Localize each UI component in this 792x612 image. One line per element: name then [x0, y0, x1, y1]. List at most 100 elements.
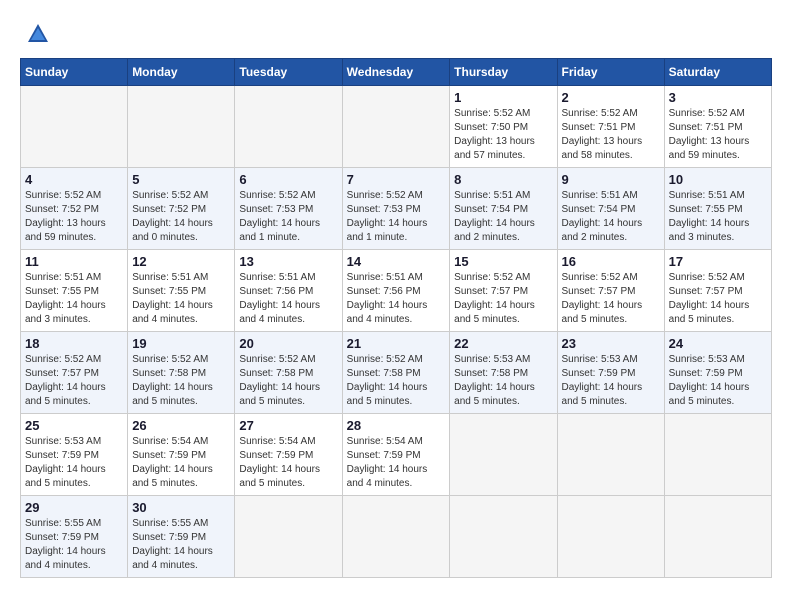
day-number: 19	[132, 336, 230, 351]
calendar-header-wednesday: Wednesday	[342, 59, 450, 86]
calendar-cell: 22 Sunrise: 5:53 AMSunset: 7:58 PMDayligh…	[450, 332, 557, 414]
day-info: Sunrise: 5:53 AMSunset: 7:59 PMDaylight:…	[562, 353, 660, 409]
day-info: Sunrise: 5:52 AMSunset: 7:58 PMDaylight:…	[347, 353, 446, 409]
day-number: 15	[454, 254, 552, 269]
day-info: Sunrise: 5:52 AMSunset: 7:53 PMDaylight:…	[347, 189, 446, 245]
logo	[20, 20, 52, 48]
calendar-cell: 14 Sunrise: 5:51 AMSunset: 7:56 PMDayligh…	[342, 250, 450, 332]
day-number: 28	[347, 418, 446, 433]
day-number: 22	[454, 336, 552, 351]
calendar-cell: 10 Sunrise: 5:51 AMSunset: 7:55 PMDayligh…	[664, 168, 771, 250]
day-number: 26	[132, 418, 230, 433]
calendar-cell: 24Sunrise: 5:53 AMSunset: 7:59 PMDayligh…	[664, 332, 771, 414]
calendar-cell: 17 Sunrise: 5:52 AMSunset: 7:57 PMDayligh…	[664, 250, 771, 332]
day-info: Sunrise: 5:51 AMSunset: 7:55 PMDaylight:…	[25, 271, 123, 327]
day-info: Sunrise: 5:51 AMSunset: 7:55 PMDaylight:…	[132, 271, 230, 327]
calendar-cell	[557, 414, 664, 496]
day-info: Sunrise: 5:55 AMSunset: 7:59 PMDaylight:…	[25, 517, 123, 573]
day-info: Sunrise: 5:52 AMSunset: 7:58 PMDaylight:…	[239, 353, 337, 409]
day-info: Sunrise: 5:52 AMSunset: 7:57 PMDaylight:…	[669, 271, 767, 327]
calendar-cell	[21, 86, 128, 168]
calendar-cell: 2 Sunrise: 5:52 AMSunset: 7:51 PMDaylight…	[557, 86, 664, 168]
logo-icon	[24, 20, 52, 48]
calendar-cell	[235, 86, 342, 168]
day-number: 2	[562, 90, 660, 105]
calendar-cell: 16 Sunrise: 5:52 AMSunset: 7:57 PMDayligh…	[557, 250, 664, 332]
calendar-cell: 29 Sunrise: 5:55 AMSunset: 7:59 PMDayligh…	[21, 496, 128, 578]
day-number: 3	[669, 90, 767, 105]
day-info: Sunrise: 5:51 AMSunset: 7:55 PMDaylight:…	[669, 189, 767, 245]
calendar-cell: 8Sunrise: 5:51 AMSunset: 7:54 PMDaylight…	[450, 168, 557, 250]
day-info: Sunrise: 5:52 AMSunset: 7:57 PMDaylight:…	[25, 353, 123, 409]
day-info: Sunrise: 5:54 AMSunset: 7:59 PMDaylight:…	[347, 435, 446, 491]
calendar-cell: 28 Sunrise: 5:54 AMSunset: 7:59 PMDayligh…	[342, 414, 450, 496]
day-info: Sunrise: 5:52 AMSunset: 7:51 PMDaylight:…	[562, 107, 660, 163]
calendar-cell	[664, 496, 771, 578]
day-number: 14	[347, 254, 446, 269]
calendar-cell	[557, 496, 664, 578]
calendar-cell: 27 Sunrise: 5:54 AMSunset: 7:59 PMDayligh…	[235, 414, 342, 496]
day-number: 11	[25, 254, 123, 269]
page-header	[20, 20, 772, 48]
day-number: 1	[454, 90, 552, 105]
calendar-cell	[450, 496, 557, 578]
day-info: Sunrise: 5:53 AMSunset: 7:59 PMDaylight:…	[669, 353, 767, 409]
calendar-cell: 6 Sunrise: 5:52 AMSunset: 7:53 PMDaylight…	[235, 168, 342, 250]
calendar-header-sunday: Sunday	[21, 59, 128, 86]
calendar-cell: 18 Sunrise: 5:52 AMSunset: 7:57 PMDayligh…	[21, 332, 128, 414]
day-number: 21	[347, 336, 446, 351]
day-info: Sunrise: 5:52 AMSunset: 7:57 PMDaylight:…	[454, 271, 552, 327]
calendar-header-tuesday: Tuesday	[235, 59, 342, 86]
day-info: Sunrise: 5:51 AMSunset: 7:54 PMDaylight:…	[454, 189, 552, 245]
calendar-cell: 23Sunrise: 5:53 AMSunset: 7:59 PMDayligh…	[557, 332, 664, 414]
day-info: Sunrise: 5:51 AMSunset: 7:54 PMDaylight:…	[562, 189, 660, 245]
calendar-cell: 30 Sunrise: 5:55 AMSunset: 7:59 PMDayligh…	[128, 496, 235, 578]
day-number: 6	[239, 172, 337, 187]
day-info: Sunrise: 5:52 AMSunset: 7:58 PMDaylight:…	[132, 353, 230, 409]
calendar-cell	[235, 496, 342, 578]
day-number: 10	[669, 172, 767, 187]
calendar-cell: 11 Sunrise: 5:51 AMSunset: 7:55 PMDayligh…	[21, 250, 128, 332]
day-number: 7	[347, 172, 446, 187]
day-info: Sunrise: 5:51 AMSunset: 7:56 PMDaylight:…	[347, 271, 446, 327]
calendar-cell: 15 Sunrise: 5:52 AMSunset: 7:57 PMDayligh…	[450, 250, 557, 332]
calendar-cell	[450, 414, 557, 496]
calendar-cell: 25 Sunrise: 5:53 AMSunset: 7:59 PMDayligh…	[21, 414, 128, 496]
day-info: Sunrise: 5:52 AMSunset: 7:53 PMDaylight:…	[239, 189, 337, 245]
day-number: 27	[239, 418, 337, 433]
day-info: Sunrise: 5:53 AMSunset: 7:58 PMDaylight:…	[454, 353, 552, 409]
day-info: Sunrise: 5:55 AMSunset: 7:59 PMDaylight:…	[132, 517, 230, 573]
day-number: 30	[132, 500, 230, 515]
day-info: Sunrise: 5:52 AMSunset: 7:52 PMDaylight:…	[132, 189, 230, 245]
day-info: Sunrise: 5:52 AMSunset: 7:51 PMDaylight:…	[669, 107, 767, 163]
day-number: 20	[239, 336, 337, 351]
calendar-cell: 9Sunrise: 5:51 AMSunset: 7:54 PMDaylight…	[557, 168, 664, 250]
day-info: Sunrise: 5:52 AMSunset: 7:50 PMDaylight:…	[454, 107, 552, 163]
calendar-cell: 1 Sunrise: 5:52 AMSunset: 7:50 PMDaylight…	[450, 86, 557, 168]
calendar-cell	[128, 86, 235, 168]
day-info: Sunrise: 5:52 AMSunset: 7:52 PMDaylight:…	[25, 189, 123, 245]
day-number: 12	[132, 254, 230, 269]
calendar-cell: 13Sunrise: 5:51 AMSunset: 7:56 PMDayligh…	[235, 250, 342, 332]
day-number: 25	[25, 418, 123, 433]
calendar-cell: 5 Sunrise: 5:52 AMSunset: 7:52 PMDaylight…	[128, 168, 235, 250]
day-number: 16	[562, 254, 660, 269]
calendar-cell: 7 Sunrise: 5:52 AMSunset: 7:53 PMDaylight…	[342, 168, 450, 250]
day-info: Sunrise: 5:53 AMSunset: 7:59 PMDaylight:…	[25, 435, 123, 491]
calendar-header-saturday: Saturday	[664, 59, 771, 86]
calendar-header-monday: Monday	[128, 59, 235, 86]
calendar-cell	[342, 496, 450, 578]
day-number: 29	[25, 500, 123, 515]
day-info: Sunrise: 5:52 AMSunset: 7:57 PMDaylight:…	[562, 271, 660, 327]
calendar-cell: 26Sunrise: 5:54 AMSunset: 7:59 PMDayligh…	[128, 414, 235, 496]
calendar-cell: 3 Sunrise: 5:52 AMSunset: 7:51 PMDaylight…	[664, 86, 771, 168]
day-number: 17	[669, 254, 767, 269]
calendar-cell: 12 Sunrise: 5:51 AMSunset: 7:55 PMDayligh…	[128, 250, 235, 332]
day-number: 5	[132, 172, 230, 187]
day-info: Sunrise: 5:54 AMSunset: 7:59 PMDaylight:…	[239, 435, 337, 491]
calendar-header-friday: Friday	[557, 59, 664, 86]
calendar-cell	[342, 86, 450, 168]
calendar-cell: 4Sunrise: 5:52 AMSunset: 7:52 PMDaylight…	[21, 168, 128, 250]
day-number: 18	[25, 336, 123, 351]
day-info: Sunrise: 5:51 AMSunset: 7:56 PMDaylight:…	[239, 271, 337, 327]
